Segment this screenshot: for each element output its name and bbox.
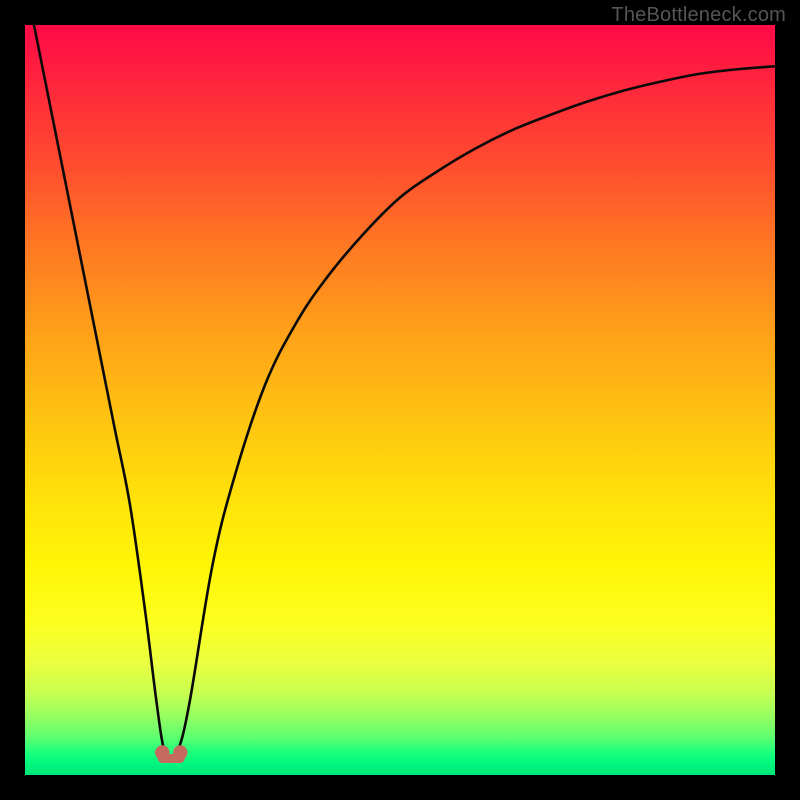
bottleneck-curve-svg bbox=[25, 25, 775, 775]
curve-min-marker-right bbox=[173, 745, 187, 759]
watermark-text: TheBottleneck.com bbox=[611, 4, 786, 27]
chart-frame: TheBottleneck.com bbox=[0, 0, 800, 800]
bottleneck-curve-path bbox=[25, 25, 775, 757]
curve-min-marker-left bbox=[155, 745, 169, 759]
plot-area bbox=[25, 25, 775, 775]
